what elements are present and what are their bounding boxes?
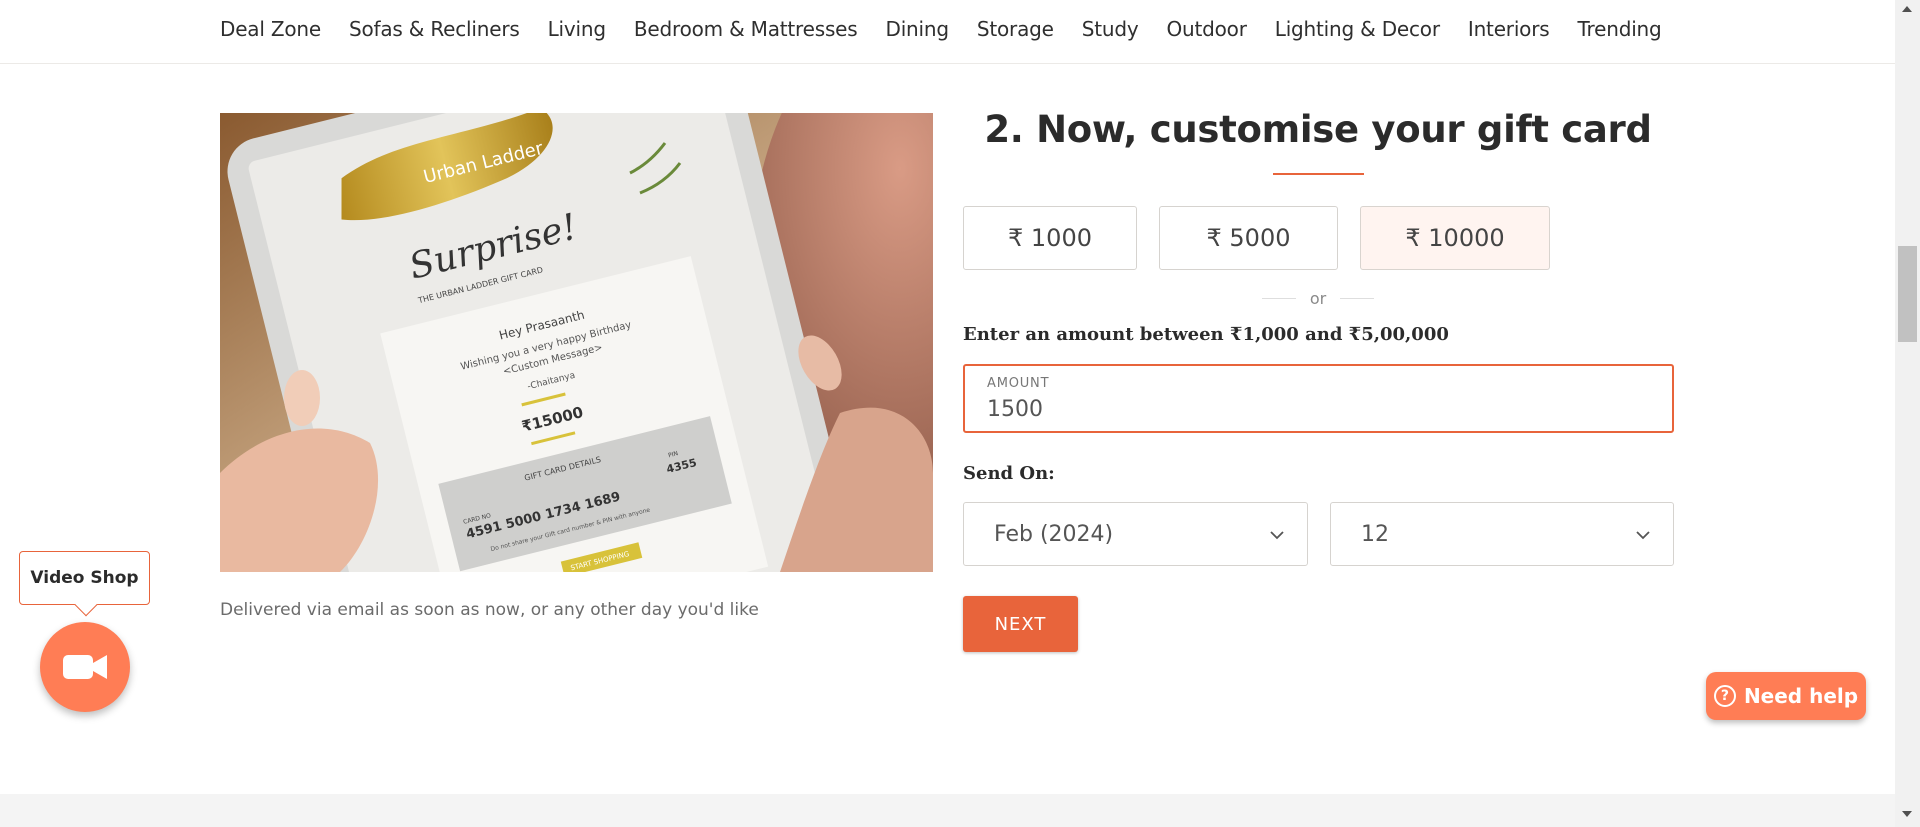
gift-card-hero-image: Urban Ladder Surprise! THE URBAN LADDER … [220,113,933,572]
next-button[interactable]: NEXT [963,596,1078,652]
nav-item-interiors[interactable]: Interiors [1468,17,1550,41]
scrollbar-thumb[interactable] [1898,246,1917,342]
or-label: or [1309,288,1327,308]
nav-item-storage[interactable]: Storage [977,17,1054,41]
nav-item-living[interactable]: Living [548,17,606,41]
nav-item-sofas-recliners[interactable]: Sofas & Recliners [349,17,520,41]
chevron-down-icon [1270,531,1284,540]
video-shop-button[interactable] [40,622,130,712]
day-select[interactable]: 12 [1330,502,1674,566]
nav-item-study[interactable]: Study [1082,17,1139,41]
scroll-down-arrow-icon[interactable] [1902,811,1912,817]
divider-line-left [1262,297,1296,299]
amount-option-10000[interactable]: ₹ 10000 [1360,206,1550,270]
need-help-label: Need help [1743,684,1859,708]
amount-field-label: AMOUNT [987,376,1050,391]
send-on-label: Send On: [963,463,1055,484]
amount-input[interactable] [987,394,1627,424]
video-shop-label: Video Shop [30,568,139,588]
tooltip-pointer [74,593,98,617]
nav-item-lighting-decor[interactable]: Lighting & Decor [1275,17,1440,41]
page-scrollbar[interactable] [1895,0,1920,827]
delivery-note: Delivered via email as soon as now, or a… [220,600,759,620]
need-help-button[interactable]: ? Need help [1706,672,1866,720]
nav-item-deal-zone[interactable]: Deal Zone [220,17,321,41]
amount-option-5000[interactable]: ₹ 5000 [1159,206,1338,270]
title-underline [1273,173,1364,175]
video-camera-icon [63,655,107,679]
day-select-value: 12 [1361,522,1389,547]
nav-item-dining[interactable]: Dining [886,17,950,41]
divider-line-right [1340,297,1374,299]
or-divider: or [1262,288,1374,308]
month-select-value: Feb (2024) [994,522,1114,547]
nav-item-trending[interactable]: Trending [1577,17,1661,41]
customise-title: 2. Now, customise your gift card [984,108,1652,151]
amount-option-1000[interactable]: ₹ 1000 [963,206,1137,270]
nav-item-bedroom-mattresses[interactable]: Bedroom & Mattresses [634,17,858,41]
nav-item-outdoor[interactable]: Outdoor [1166,17,1246,41]
nav-list: Deal Zone Sofas & Recliners Living Bedroom … [220,17,1690,41]
footer-strip [0,794,1895,827]
help-question-icon: ? [1713,685,1736,707]
amount-field[interactable]: AMOUNT [963,364,1674,433]
video-shop-tooltip[interactable]: Video Shop [19,551,150,617]
top-navigation: Deal Zone Sofas & Recliners Living Bedroom … [0,0,1895,64]
month-select[interactable]: Feb (2024) [963,502,1308,566]
scroll-up-arrow-icon[interactable] [1902,6,1912,12]
amount-range-label: Enter an amount between ₹1,000 and ₹5,00… [963,324,1449,345]
chevron-down-icon [1636,531,1650,540]
